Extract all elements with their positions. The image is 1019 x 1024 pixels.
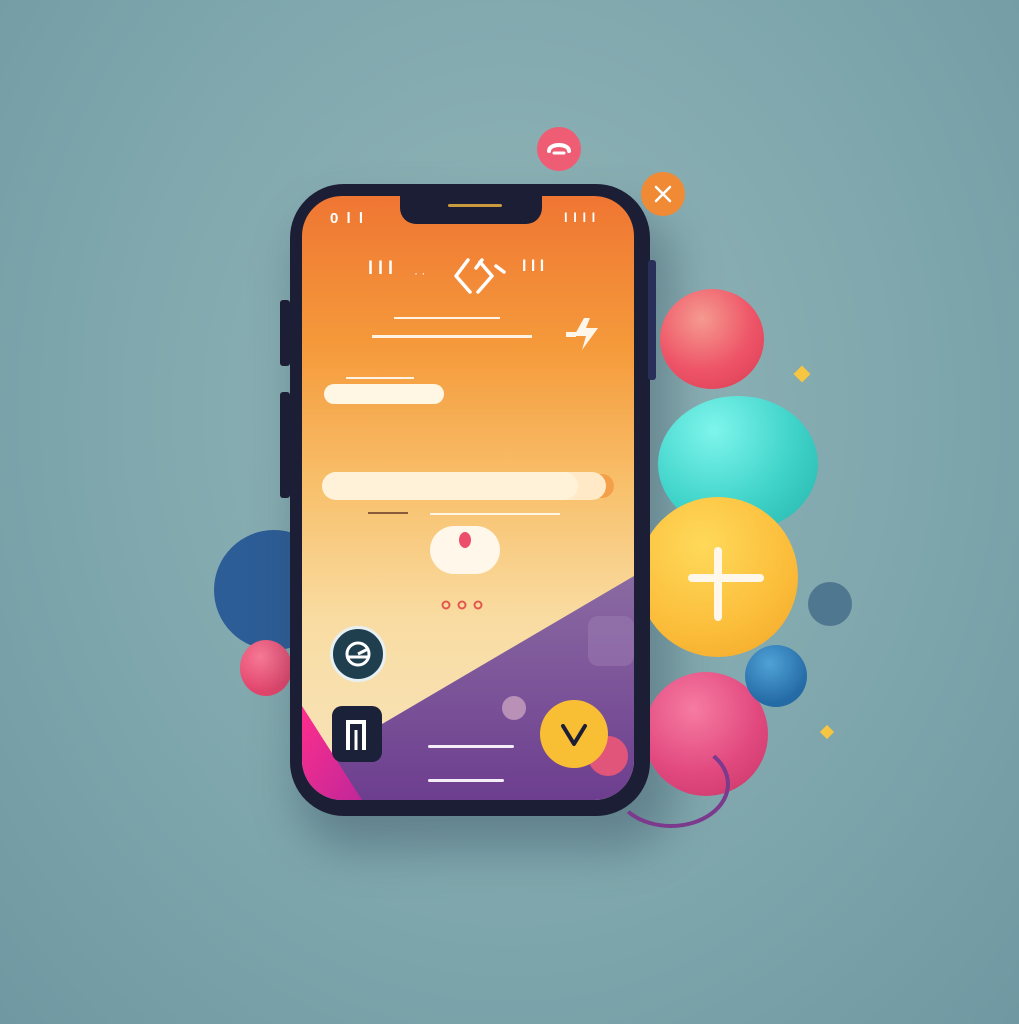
speaker-grille <box>448 204 502 207</box>
home-indicator[interactable] <box>428 779 504 782</box>
caption-line <box>368 512 408 514</box>
phone-screen: 0 l l l l l l l l l · · l l l <box>302 196 634 800</box>
slate-bubble <box>808 582 852 626</box>
divider <box>430 513 560 515</box>
text-field-fill <box>322 472 578 500</box>
field-label <box>346 377 414 379</box>
subtitle-line <box>394 317 500 319</box>
record-button[interactable] <box>430 526 500 574</box>
sparkle-icon <box>819 724 835 740</box>
bookmark-icon <box>346 720 366 750</box>
heart-bubble[interactable] <box>537 127 581 171</box>
subtitle-line <box>372 335 532 338</box>
notch <box>400 196 542 224</box>
status-time: 0 l l <box>330 210 366 227</box>
blue-bubble <box>745 645 807 707</box>
close-bubble[interactable] <box>641 172 685 216</box>
lightning-icon[interactable] <box>564 314 606 354</box>
red-bubble <box>660 289 764 389</box>
header-title: l l l <box>368 258 394 278</box>
header-logo: l l l <box>522 258 545 275</box>
plus-icon <box>688 547 764 621</box>
power-button <box>280 392 290 498</box>
status-icons: l l l l <box>564 210 597 225</box>
side-button <box>648 260 656 380</box>
chart-button[interactable] <box>330 626 386 682</box>
text-field-short[interactable] <box>324 384 444 404</box>
volume-button <box>280 300 290 366</box>
header-dots: · · <box>414 266 426 280</box>
pink-bubble-left <box>240 640 292 696</box>
chevron-button[interactable] <box>540 700 608 768</box>
heart-icon <box>547 143 571 155</box>
sparkle-icon <box>793 365 811 383</box>
chevron-down-icon <box>561 724 587 746</box>
plus-bubble[interactable] <box>638 497 798 657</box>
text-field-long[interactable] <box>322 472 606 500</box>
nav-line <box>428 745 514 748</box>
chart-icon <box>345 641 371 667</box>
diamond-icon <box>454 258 506 294</box>
bookmark-button[interactable] <box>332 706 382 762</box>
pager-dots <box>441 600 483 610</box>
record-dot-icon <box>459 532 471 548</box>
close-icon <box>654 185 672 203</box>
